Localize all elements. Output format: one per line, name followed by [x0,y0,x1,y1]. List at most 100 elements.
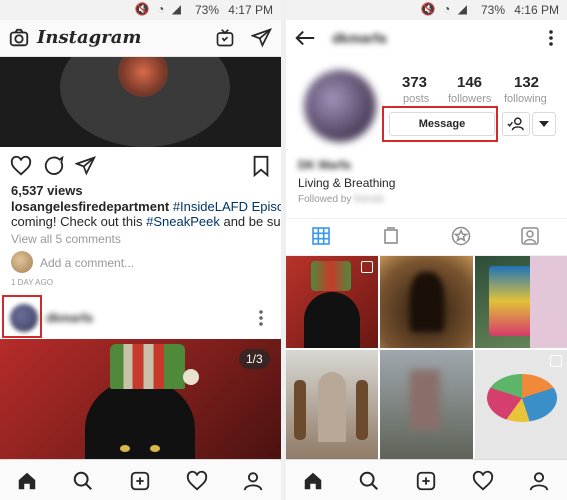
post-time-ago: 1 DAY AGO [11,278,53,287]
photo-grid [286,256,567,460]
grid-photo[interactable] [475,256,567,348]
camera-icon[interactable] [8,27,30,49]
profile-name: DK Marfa [298,158,351,172]
infographic-chart [487,374,557,422]
more-options-icon[interactable] [548,29,554,47]
follow-status-button[interactable] [502,112,530,136]
grid-view-icon[interactable] [312,227,330,245]
status-bar: 🔇 ◔ ◢ 73% 4:16 PM [286,0,567,20]
profile-tabs [286,218,567,256]
hashtag-link[interactable]: #SneakPeek [146,214,220,229]
grid-photo[interactable] [286,350,378,460]
bookmark-icon[interactable] [252,155,270,177]
profile-screen: 🔇 ◔ ◢ 73% 4:16 PM dkmarfa 373 posts 146 … [286,0,567,500]
mute-icon: 🔇 [134,2,152,16]
feed-header: Instagram [0,20,281,57]
following-count[interactable]: 132 [514,74,539,91]
bottom-nav [0,459,281,500]
profile-header: dkmarfa [286,20,567,56]
cat-eye-right [150,445,160,452]
caption-text-1: #InsideLAFD Episode 3 is [172,199,281,214]
share-icon[interactable] [75,155,96,176]
comment-icon[interactable] [43,155,65,177]
activity-icon[interactable] [186,470,208,492]
direct-message-icon[interactable] [251,27,272,48]
followed-by-names[interactable]: friends [354,194,384,205]
posts-label: posts [403,93,430,105]
archway [318,372,346,442]
blurred-person [410,370,440,430]
instagram-logo: Instagram [37,27,142,48]
suggestions-dropdown-button[interactable] [532,112,556,136]
search-icon[interactable] [358,470,380,492]
grid-photo[interactable] [475,350,567,460]
avatar-highlight-box [2,295,42,338]
hat-pompom [183,369,199,385]
flowers-thumb [530,256,567,348]
caption-text-3: and be su... [223,214,281,229]
next-post-username[interactable]: dkmarfa [46,311,93,325]
signal-icon: ◢ [457,2,469,16]
profile-icon[interactable] [528,470,550,492]
mute-icon: 🔇 [420,2,438,16]
followed-by[interactable]: Followed by friends [298,194,384,205]
followed-by-prefix: Followed by [298,194,352,205]
home-icon[interactable] [16,470,38,492]
cat-body [85,379,195,460]
skeleton-figure [356,380,368,440]
status-time: 4:17 PM [228,3,273,17]
activity-icon[interactable] [472,470,494,492]
carousel-counter: 1/3 [239,349,270,369]
chevron-down-icon [539,121,549,127]
battery-percent: 73% [194,3,219,17]
wifi-icon: ◔ [443,2,453,16]
grid-photo[interactable] [380,350,473,460]
cat-thumb [304,292,360,348]
status-time: 4:16 PM [514,3,559,17]
bottom-nav [286,459,567,500]
post-media[interactable] [0,57,281,147]
add-comment-input[interactable]: Add a comment... [40,256,134,270]
carousel-badge-icon [550,355,562,367]
profile-avatar[interactable] [304,70,376,142]
figure-thumb [410,272,444,332]
next-post-media[interactable]: 1/3 [0,339,281,460]
feed-screen: 🔇 ◔ ◢ 73% 4:17 PM Instagram 6,537 views … [0,0,281,500]
profile-username: dkmarfa [332,30,387,46]
tagged-icon[interactable] [521,227,539,245]
skeleton-figure [294,380,306,440]
search-icon[interactable] [72,470,94,492]
view-all-comments-link[interactable]: View all 5 comments [11,232,121,246]
elf-hat [110,344,185,389]
status-bar: 🔇 ◔ ◢ 73% 4:17 PM [0,0,281,20]
followers-label[interactable]: followers [448,93,491,105]
back-arrow-icon[interactable] [294,28,316,48]
profile-bio: Living & Breathing [298,176,396,190]
signal-icon: ◢ [171,2,183,16]
following-label[interactable]: following [504,93,547,105]
carousel-badge-icon [361,261,373,273]
igtv-icon[interactable] [215,28,235,48]
book-thumb [489,266,534,336]
home-icon[interactable] [302,470,324,492]
battery-percent: 73% [480,3,505,17]
views-count: 6,537 views [11,183,83,198]
saved-icon[interactable] [451,226,471,246]
feed-view-icon[interactable] [383,227,399,245]
message-highlight-box [382,106,498,142]
following-check-icon [507,116,525,132]
followers-count[interactable]: 146 [457,74,482,91]
post-caption-line2: coming! Check out this #SneakPeek and be… [11,214,281,229]
grid-photo[interactable] [286,256,378,348]
grid-photo[interactable] [380,256,473,348]
profile-icon[interactable] [242,470,264,492]
new-post-icon[interactable] [129,470,151,492]
post-username[interactable]: losangelesfiredepartment [11,199,169,214]
wifi-icon: ◔ [157,2,167,16]
my-avatar [11,251,33,273]
new-post-icon[interactable] [415,470,437,492]
status-icons: 🔇 ◔ ◢ [135,2,183,16]
post-caption: losangelesfiredepartment #InsideLAFD Epi… [11,199,281,214]
post-options-icon[interactable] [258,309,264,327]
like-icon[interactable] [10,155,32,177]
